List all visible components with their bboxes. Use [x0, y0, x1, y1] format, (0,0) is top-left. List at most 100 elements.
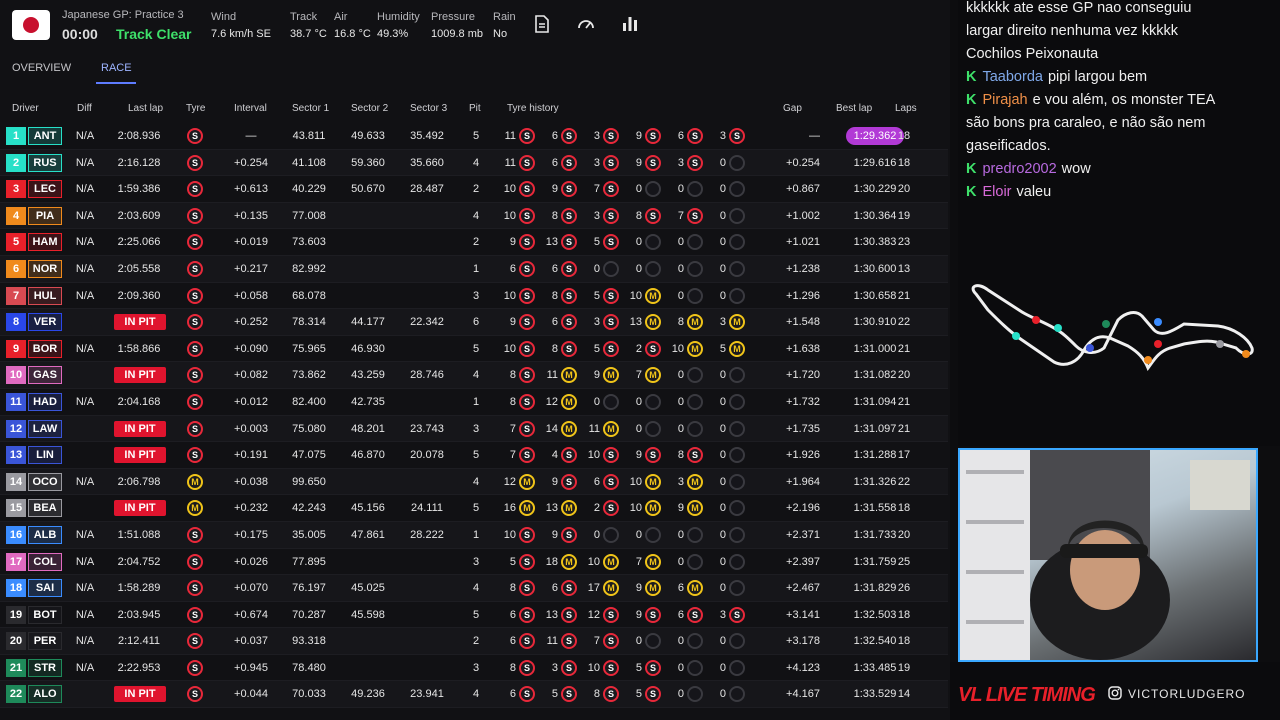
table-row[interactable]: 7 HUL N/A 2:09.360 S +0.058 68.078 3 10 S 8 S 5 S 10 M 0… — [0, 283, 948, 310]
in-pit-badge: IN PIT — [114, 314, 166, 331]
col-last-lap[interactable]: Last lap — [128, 103, 163, 114]
stint-tyre-icon: S — [561, 606, 577, 623]
table-row[interactable]: 5 HAM N/A 2:25.066 S +0.019 73.603 2 9 S 13 S 5 S 0 0 0 +… — [0, 229, 948, 256]
stint-tyre-icon — [729, 473, 745, 490]
driver-code[interactable]: ALB — [28, 525, 62, 544]
stint-tyre-icon: S — [645, 686, 661, 703]
col-sector-3[interactable]: Sector 3 — [410, 103, 447, 114]
stint-tyre-icon: S — [603, 234, 619, 251]
stint-tyre-icon: S — [519, 287, 535, 304]
driver-code[interactable]: SAI — [28, 579, 62, 598]
current-tyre-icon: S — [187, 553, 203, 570]
gauge-icon[interactable] — [576, 14, 596, 34]
chat-username[interactable]: Pirajah — [982, 92, 1027, 108]
tab-overview[interactable]: OVERVIEW — [12, 62, 71, 74]
table-row[interactable]: 3 LEC N/A 1:59.386 S +0.613 40.229 50.670 28.487… — [0, 176, 948, 203]
table-row[interactable]: 1 ANT N/A 2:08.936 S —43.811 49.633 35.492 5 11 S 6… — [0, 123, 948, 150]
weather-humidity-label: Humidity — [377, 11, 420, 23]
driver-code[interactable]: NOR — [28, 259, 62, 278]
col-driver[interactable]: Driver — [12, 103, 39, 114]
interval-value: +0.191 — [234, 449, 268, 462]
table-row[interactable]: 13 LIN IN PIT S +0.191 47.075 46.870 20.078 5 7 S 4… — [0, 442, 948, 469]
driver-code[interactable]: HUL — [28, 286, 62, 305]
col-diff[interactable]: Diff — [77, 103, 92, 114]
table-row[interactable]: 11 HAD N/A 2:04.168 S +0.012 82.400 42.735 1 8 S 12… — [0, 389, 948, 416]
driver-code[interactable]: LAW — [28, 419, 62, 438]
pit-count: 4 — [472, 156, 480, 169]
stint-tyre-icon: S — [645, 128, 661, 144]
stint-tyre-icon: M — [561, 420, 577, 437]
driver-code[interactable]: OCO — [28, 472, 62, 491]
driver-code[interactable]: RUS — [28, 153, 62, 172]
col-tyre-history[interactable]: Tyre history — [507, 103, 559, 114]
table-row[interactable]: 6 NOR N/A 2:05.558 S +0.217 82.992 1 6 S 6 S 0 0 0 0 +1.… — [0, 255, 948, 283]
table-row[interactable]: 8 VER IN PIT S +0.252 78.314 44.177 22.342 6 9 S 6 S… — [0, 309, 948, 336]
table-row[interactable]: 22 ALO IN PIT S +0.044 70.033 49.236 23.941 4 6 S 5… — [0, 681, 948, 709]
driver-code[interactable]: BEA — [28, 499, 62, 518]
pit-count: 3 — [472, 555, 480, 568]
table-row[interactable]: 20 PER N/A 2:12.411 S +0.037 93.318 2 6 S 11 S 7 S 0 0 0… — [0, 628, 948, 655]
laps-value: 17 — [897, 449, 911, 462]
driver-code[interactable]: LEC — [28, 180, 62, 199]
chat-username[interactable]: predro2002 — [982, 161, 1056, 177]
chat-username[interactable]: Eloir — [982, 184, 1011, 200]
diff-value: N/A — [75, 582, 95, 595]
sector-1-value: 70.033 — [292, 688, 326, 701]
position-badge: 10 — [6, 366, 26, 385]
table-row[interactable]: 14 OCO N/A 2:06.798 M +0.038 99.650 4 12 M 9 S 6 S 10 M… — [0, 468, 948, 496]
driver-code[interactable]: GAS — [28, 366, 62, 385]
driver-code[interactable]: BOT — [28, 605, 62, 624]
driver-code[interactable]: HAM — [28, 233, 62, 252]
table-row[interactable]: 9 BOR N/A 1:58.866 S +0.090 75.965 46.930 5 10 S 8 S… — [0, 336, 948, 363]
table-row[interactable]: 16 ALB N/A 1:51.088 S +0.175 35.005 47.861 28.22… — [0, 521, 948, 549]
gap-value: +3.141 — [786, 608, 820, 621]
table-row[interactable]: 21 STR N/A 2:22.953 S +0.945 78.480 3 8 S 3 S 10 S 5 S 0… — [0, 655, 948, 682]
table-row[interactable]: 4 PIA N/A 2:03.609 S +0.135 77.008 4 10 S 8 S 3 S 8 S 7 S… — [0, 202, 948, 230]
table-row[interactable]: 12 LAW IN PIT S +0.003 75.080 48.201 23.743 3 7 S 1… — [0, 415, 948, 443]
driver-code[interactable]: COL — [28, 552, 62, 571]
driver-code[interactable]: ANT — [28, 127, 62, 145]
interval-value: — — [245, 130, 257, 142]
current-tyre-icon: S — [187, 686, 203, 703]
gap-value: +1.238 — [786, 262, 820, 275]
driver-code[interactable]: STR — [28, 658, 62, 677]
stint-laps: 6 — [551, 316, 558, 329]
interval-value: +0.038 — [234, 475, 268, 488]
col-tyre[interactable]: Tyre — [186, 103, 205, 114]
stint-laps: 7 — [635, 369, 642, 382]
driver-code[interactable]: LIN — [28, 446, 62, 465]
tab-race[interactable]: RACE — [101, 62, 132, 74]
stint-laps: 7 — [593, 635, 600, 648]
driver-code[interactable]: PIA — [28, 206, 62, 225]
bar-chart-icon[interactable] — [620, 14, 640, 34]
interval-value: +0.945 — [234, 661, 268, 674]
sector-2-value: 59.360 — [351, 156, 385, 169]
col-gap[interactable]: Gap — [783, 103, 802, 114]
table-row[interactable]: 10 GAS IN PIT S +0.082 73.862 43.259 28.746 4 8 S 1… — [0, 362, 948, 389]
interval-value: +0.012 — [234, 395, 268, 408]
col-pit[interactable]: Pit — [469, 103, 481, 114]
driver-code[interactable]: BOR — [28, 339, 62, 358]
driver-code[interactable]: ALO — [28, 685, 62, 704]
table-row[interactable]: 2 RUS N/A 2:16.128 S +0.254 41.108 59.360 35.660… — [0, 149, 948, 177]
stint-tyre-icon — [729, 686, 745, 703]
table-row[interactable]: 18 SAI N/A 1:58.289 S +0.070 76.197 45.025 4 8 S 6 S… — [0, 575, 948, 602]
weather-pressure-label: Pressure — [431, 11, 476, 23]
sector-3-value: 28.487 — [410, 183, 444, 196]
table-row[interactable]: 19 BOT N/A 2:03.945 S +0.674 70.287 45.598 5 6 S 13… — [0, 602, 948, 629]
stint-laps: 10 — [503, 342, 516, 355]
col-laps[interactable]: Laps — [895, 103, 917, 114]
chat-username[interactable]: Taaborda — [982, 69, 1042, 85]
sector-1-value: 82.992 — [292, 262, 326, 275]
table-row[interactable]: 17 COL N/A 2:04.752 S +0.026 77.895 3 5 S 18 M 10 M 7 M… — [0, 549, 948, 576]
col-sector-1[interactable]: Sector 1 — [292, 103, 329, 114]
stint-laps: 0 — [677, 236, 684, 249]
col-best-lap[interactable]: Best lap — [836, 103, 872, 114]
driver-code[interactable]: VER — [28, 313, 62, 332]
document-icon[interactable] — [532, 14, 552, 34]
driver-code[interactable]: HAD — [28, 392, 62, 411]
col-interval[interactable]: Interval — [234, 103, 267, 114]
driver-code[interactable]: PER — [28, 632, 62, 651]
col-sector-2[interactable]: Sector 2 — [351, 103, 388, 114]
table-row[interactable]: 15 BEA IN PIT M +0.232 42.243 45.156 24.111 5 16 M… — [0, 495, 948, 522]
